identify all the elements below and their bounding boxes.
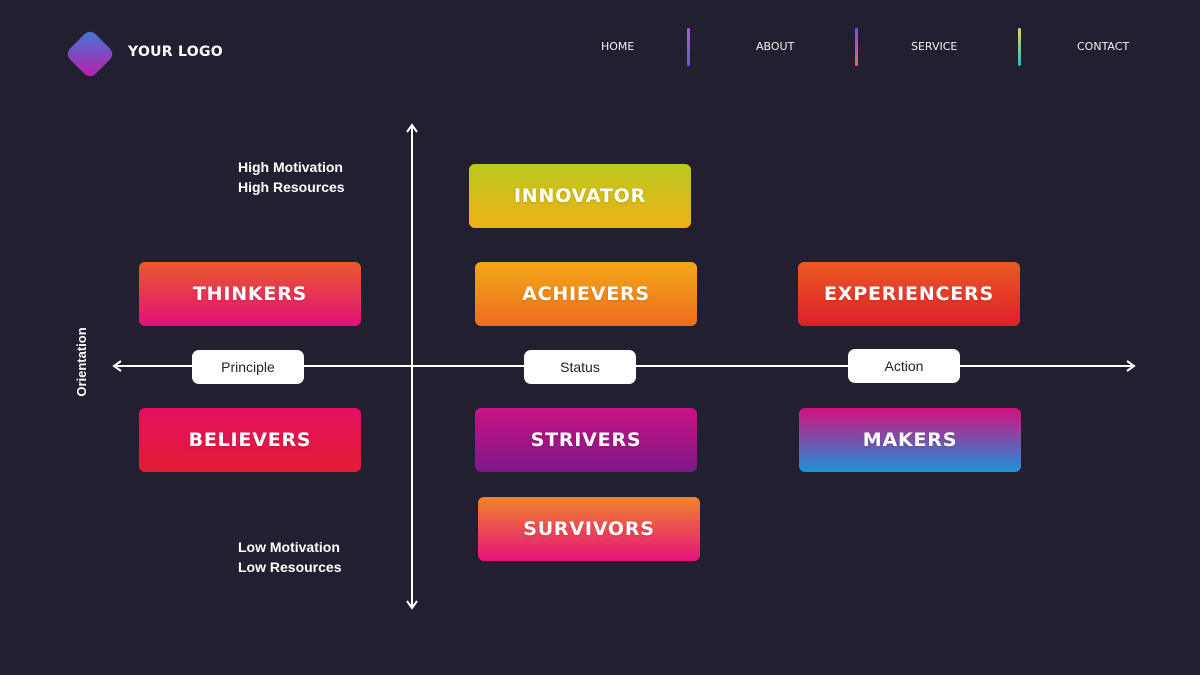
label-line: Low Motivation xyxy=(238,539,340,555)
label-line: High Resources xyxy=(238,179,345,195)
low-motivation-label: Low Motivation Low Resources xyxy=(238,537,341,577)
axes xyxy=(112,123,1136,610)
status-pill: Status xyxy=(524,350,636,384)
survivors-box: SURVIVORS xyxy=(478,497,700,561)
principle-pill: Principle xyxy=(192,350,304,384)
label-line: Low Resources xyxy=(238,559,342,575)
achievers-box: ACHIEVERS xyxy=(475,262,697,326)
innovator-box: INNOVATOR xyxy=(469,164,691,228)
makers-box: MAKERS xyxy=(799,408,1021,472)
orientation-label: Orientation xyxy=(74,327,89,397)
high-motivation-label: High Motivation High Resources xyxy=(238,157,345,197)
label-line: High Motivation xyxy=(238,159,343,175)
thinkers-box: THINKERS xyxy=(139,262,361,326)
strivers-box: STRIVERS xyxy=(475,408,697,472)
action-pill: Action xyxy=(848,349,960,383)
experiencers-box: EXPERIENCERS xyxy=(798,262,1020,326)
believers-box: BELIEVERS xyxy=(139,408,361,472)
